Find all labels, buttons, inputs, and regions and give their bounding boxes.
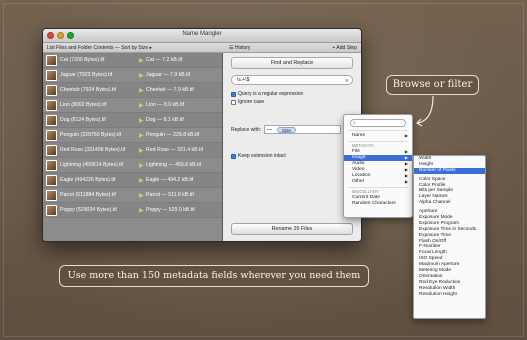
metadata-callout: Use more than 150 metadata fields wherev… xyxy=(59,265,369,287)
callout-leader-line xyxy=(416,95,434,127)
